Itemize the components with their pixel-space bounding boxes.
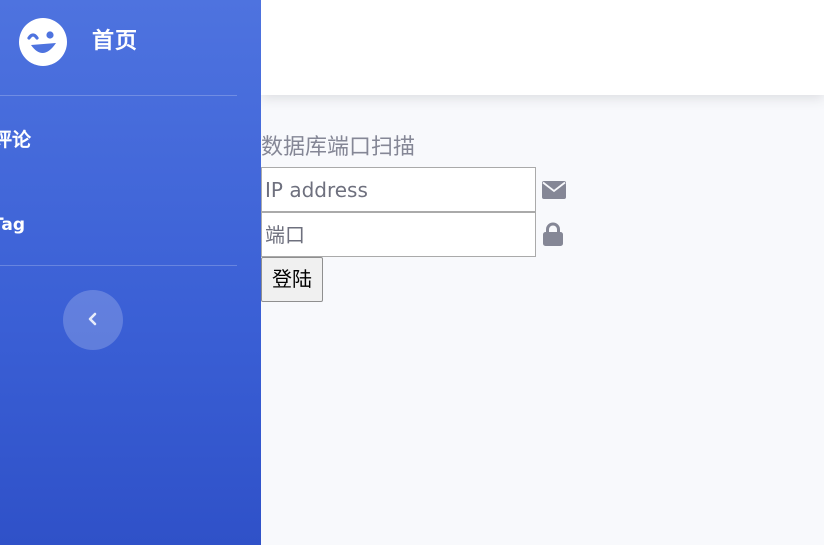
sidebar-brand-label: 首页 — [92, 29, 139, 54]
envelope-icon — [542, 181, 566, 203]
form-title: 数据库端口扫描 — [261, 135, 416, 160]
lock-icon — [542, 222, 564, 250]
sidebar-item-comments[interactable]: 评论 — [0, 128, 31, 152]
sidebar-item-label: 评论 — [0, 129, 32, 151]
sidebar-item-label: Tag — [0, 215, 26, 235]
sidebar-brand[interactable]: 首页 — [0, 0, 261, 86]
sidebar-toggle-button[interactable] — [63, 290, 123, 350]
login-button[interactable]: 登陆 — [261, 257, 323, 302]
sidebar: 首页 评论 Tag — [0, 0, 261, 545]
laugh-wink-icon — [18, 18, 68, 66]
sidebar-divider — [0, 265, 237, 266]
sidebar-divider — [0, 95, 237, 96]
chevron-left-icon — [87, 311, 99, 330]
topbar — [261, 0, 824, 95]
sidebar-item-tag[interactable]: Tag — [0, 214, 25, 236]
app-window: 首页 评论 Tag 数据库端口扫描 — [0, 0, 824, 545]
port-input[interactable] — [261, 212, 536, 257]
ip-address-input[interactable] — [261, 167, 536, 212]
main-content: 数据库端口扫描 登陆 — [261, 95, 824, 545]
